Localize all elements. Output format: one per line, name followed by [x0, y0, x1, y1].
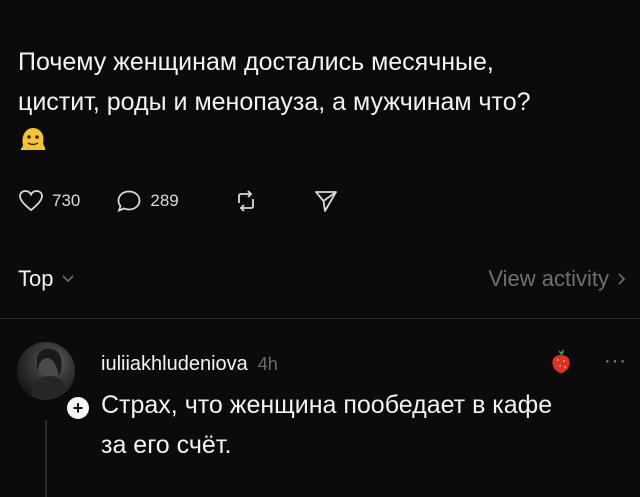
melting-face-icon: [20, 128, 46, 150]
like-count: 730: [52, 191, 81, 210]
repost-icon: [237, 190, 254, 212]
avatar[interactable]: [17, 342, 75, 400]
repost-button[interactable]: [233, 189, 259, 213]
divider: [0, 318, 640, 319]
strawberry-icon: [552, 349, 570, 373]
reply-text-line-1: Страх, что женщина пообедает в кафе: [101, 391, 553, 419]
post-text: Почему женщинам достались месячные, цист…: [18, 42, 618, 122]
comment-icon: [117, 190, 141, 213]
reply-text: Страх, что женщина пообедает в кафе за е…: [101, 385, 621, 465]
sort-dropdown[interactable]: Top: [18, 266, 75, 292]
chevron-right-icon: [618, 273, 626, 285]
view-activity-link[interactable]: View activity: [488, 266, 626, 292]
post-text-line-1: Почему женщинам достались месячные,: [18, 48, 494, 76]
timestamp: 4h: [257, 354, 278, 374]
username[interactable]: iuliiakhludeniova: [101, 353, 248, 376]
avatar-photo: [31, 348, 67, 400]
reply-header: iuliiakhludeniova 4h: [101, 353, 278, 376]
send-icon: [314, 191, 337, 212]
reply-count: 289: [150, 191, 179, 210]
heart-icon: [19, 190, 43, 212]
chevron-down-icon: [62, 275, 75, 283]
follow-plus-button[interactable]: +: [64, 394, 92, 422]
like-button[interactable]: 730: [18, 189, 80, 213]
post-text-line-2: цистит, роды и менопауза, а мужчинам что…: [18, 88, 531, 116]
more-options-icon[interactable]: ···: [604, 350, 627, 373]
post-actions: 730 289: [18, 186, 339, 216]
view-activity-label: View activity: [488, 266, 609, 291]
share-button[interactable]: [313, 189, 339, 213]
thread-line: [45, 420, 47, 497]
sort-label: Top: [18, 266, 54, 291]
reply-text-line-2: за его счёт.: [101, 431, 232, 459]
reply-button[interactable]: 289: [116, 189, 179, 213]
